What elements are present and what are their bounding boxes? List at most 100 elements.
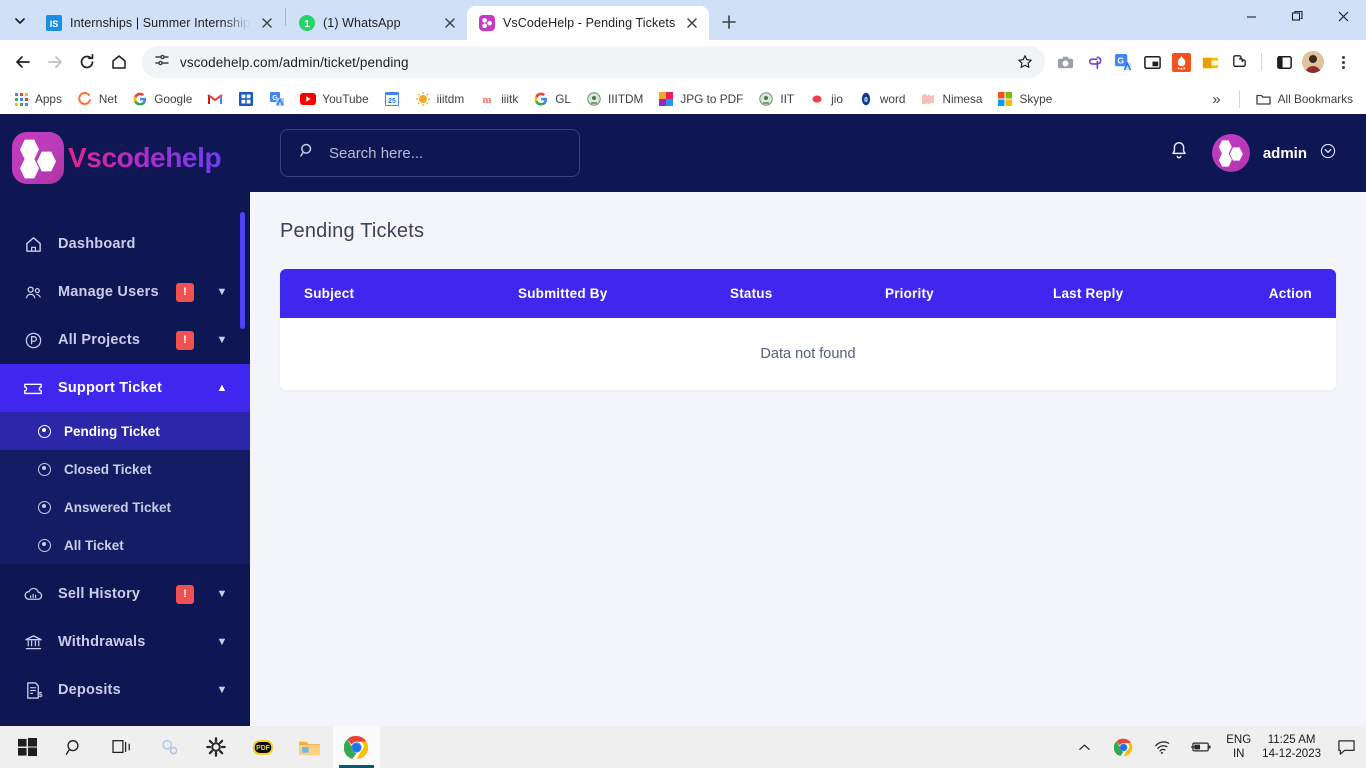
bookmark-calendar-25[interactable]: 25 — [377, 88, 407, 110]
taskbar-app-gears[interactable] — [145, 726, 192, 768]
bookmark-iiitdm-seal[interactable]: IIITDM — [579, 88, 650, 110]
chevron-circle-down-icon[interactable] — [1320, 143, 1336, 164]
status-badge: ! — [176, 330, 194, 350]
close-icon[interactable] — [683, 14, 701, 32]
chrome-icon[interactable] — [1109, 726, 1137, 768]
column-header-status: Status — [730, 286, 773, 301]
bookmark-iiitdm[interactable]: iiitdm — [408, 88, 472, 110]
bookmark-youtube[interactable]: YouTube — [293, 88, 375, 110]
browser-tab-active[interactable]: VsCodeHelp - Pending Tickets — [467, 6, 710, 40]
bookmark-jpg-to-pdf[interactable]: JPG to PDF — [651, 88, 750, 110]
sidebar-item-withdrawals[interactable]: Withdrawals ▼ — [0, 618, 250, 666]
bookmark-gmail[interactable] — [200, 88, 230, 110]
picture-in-picture-icon[interactable] — [1140, 50, 1164, 74]
sidebar-item-answered-ticket[interactable]: Answered Ticket — [0, 488, 250, 526]
address-bar[interactable]: vscodehelp.com/admin/ticket/pending — [142, 46, 1045, 78]
chevron-up-icon[interactable] — [1070, 726, 1098, 768]
fireshot-icon[interactable] — [1169, 50, 1193, 74]
bookmark-word[interactable]: 0 word — [851, 88, 913, 110]
bookmark-nimesa[interactable]: Nimesa — [913, 88, 989, 110]
new-tab-button[interactable] — [715, 8, 743, 36]
bookmark-label: word — [879, 92, 906, 106]
speech-bubble-icon[interactable] — [1332, 726, 1360, 768]
browser-tab[interactable]: IS Internships | Summer Internship — [34, 6, 284, 40]
clipboard-icon[interactable] — [1082, 50, 1106, 74]
chevron-double-right-icon[interactable]: » — [1203, 91, 1229, 108]
sidebar-item-pending-ticket[interactable]: Pending Ticket — [0, 412, 250, 450]
task-view-button[interactable] — [98, 726, 145, 768]
taskbar-pdf-reader[interactable]: PDF — [239, 726, 286, 768]
home-icon — [22, 235, 44, 254]
chevron-down-icon[interactable]: ▼ — [216, 588, 228, 600]
bookmark-label: Google — [154, 92, 193, 106]
sidebar-item-closed-ticket[interactable]: Closed Ticket — [0, 450, 250, 488]
bookmark-google[interactable]: Google — [125, 88, 199, 110]
bookmark-iit[interactable]: IIT — [751, 88, 801, 110]
sidebar-menu: Dashboard Manage Users ! ▼ All Projects … — [0, 202, 250, 714]
close-window-button[interactable] — [1320, 0, 1366, 32]
maximize-button[interactable] — [1274, 0, 1320, 32]
iiitdm-seal-icon — [586, 91, 602, 107]
google-translate-icon[interactable]: G — [1111, 50, 1135, 74]
bookmark-skype[interactable]: Skype — [990, 88, 1059, 110]
app-sidebar: Vscodehelp Dashboard Manage Users ! ▼ Al… — [0, 114, 250, 726]
user-menu[interactable]: admin — [1211, 134, 1336, 172]
chevron-up-icon[interactable]: ▲ — [216, 382, 228, 394]
status-badge: ! — [176, 282, 194, 302]
chevron-down-icon[interactable]: ▼ — [216, 334, 228, 346]
side-panel-icon[interactable] — [1272, 50, 1296, 74]
chrome-menu-icon[interactable] — [1330, 49, 1356, 75]
puzzle-extensions-icon[interactable] — [1227, 50, 1251, 74]
chevron-down-icon[interactable]: ▼ — [216, 684, 228, 696]
bookmark-jio[interactable]: jio — [802, 88, 850, 110]
sidebar-item-all-ticket[interactable]: All Ticket — [0, 526, 250, 564]
sidebar-item-sell-history[interactable]: Sell History ! ▼ — [0, 570, 250, 618]
close-icon[interactable] — [441, 14, 459, 32]
sidebar-item-dashboard[interactable]: Dashboard — [0, 220, 250, 268]
close-icon[interactable] — [258, 14, 276, 32]
bookmark-translate[interactable]: G — [262, 88, 292, 110]
bell-icon[interactable] — [1168, 140, 1190, 167]
language-indicator[interactable]: ENG IN — [1226, 733, 1251, 761]
bookmark-iiitk[interactable]: m iiitk — [472, 88, 525, 110]
reload-icon[interactable] — [72, 47, 102, 77]
battery-icon[interactable] — [1187, 726, 1215, 768]
bookmark-net[interactable]: Net — [70, 88, 124, 110]
all-bookmarks-button[interactable]: All Bookmarks — [1249, 88, 1360, 110]
site-settings-icon[interactable] — [154, 52, 170, 73]
start-button[interactable] — [4, 726, 51, 768]
browser-tab[interactable]: 1 (1) WhatsApp — [287, 6, 467, 40]
sidebar-item-support-ticket[interactable]: Support Ticket ▲ — [0, 364, 250, 412]
svg-text:1: 1 — [304, 19, 310, 30]
bookmark-calendar-blue[interactable] — [231, 88, 261, 110]
taskbar-file-explorer[interactable] — [286, 726, 333, 768]
extension-icons: G — [1053, 49, 1358, 75]
sidebar-item-label: Manage Users — [58, 284, 159, 300]
bookmark-gl[interactable]: GL — [526, 88, 578, 110]
clock[interactable]: 11:25 AM 14-12-2023 — [1262, 733, 1321, 761]
chevron-down-icon[interactable]: ▼ — [216, 286, 228, 298]
wallet-icon[interactable] — [1198, 50, 1222, 74]
brand-logo[interactable]: Vscodehelp — [0, 114, 250, 202]
sidebar-item-all-projects[interactable]: All Projects ! ▼ — [0, 316, 250, 364]
sidebar-item-manage-users[interactable]: Manage Users ! ▼ — [0, 268, 250, 316]
bookmark-apps[interactable]: Apps — [6, 88, 69, 110]
chevron-down-icon[interactable]: ▼ — [216, 636, 228, 648]
minimize-button[interactable] — [1228, 0, 1274, 32]
taskbar-search[interactable] — [51, 726, 98, 768]
tab-search-button[interactable] — [6, 7, 34, 35]
back-arrow-icon[interactable] — [8, 47, 38, 77]
star-icon[interactable] — [1011, 48, 1039, 76]
home-icon[interactable] — [104, 47, 134, 77]
sidebar-item-deposits[interactable]: $ Deposits ▼ — [0, 666, 250, 714]
admin-avatar — [1211, 134, 1250, 172]
bookmark-label: Apps — [35, 92, 62, 106]
browser-toolbar: vscodehelp.com/admin/ticket/pending G — [0, 40, 1366, 84]
taskbar-chrome[interactable] — [333, 726, 380, 768]
sidebar-scrollbar[interactable] — [240, 212, 245, 329]
profile-avatar-icon[interactable] — [1301, 50, 1325, 74]
wifi-icon[interactable] — [1148, 726, 1176, 768]
taskbar-settings[interactable] — [192, 726, 239, 768]
screenshot-icon[interactable] — [1053, 50, 1077, 74]
search-input[interactable]: Search here... — [280, 129, 580, 177]
